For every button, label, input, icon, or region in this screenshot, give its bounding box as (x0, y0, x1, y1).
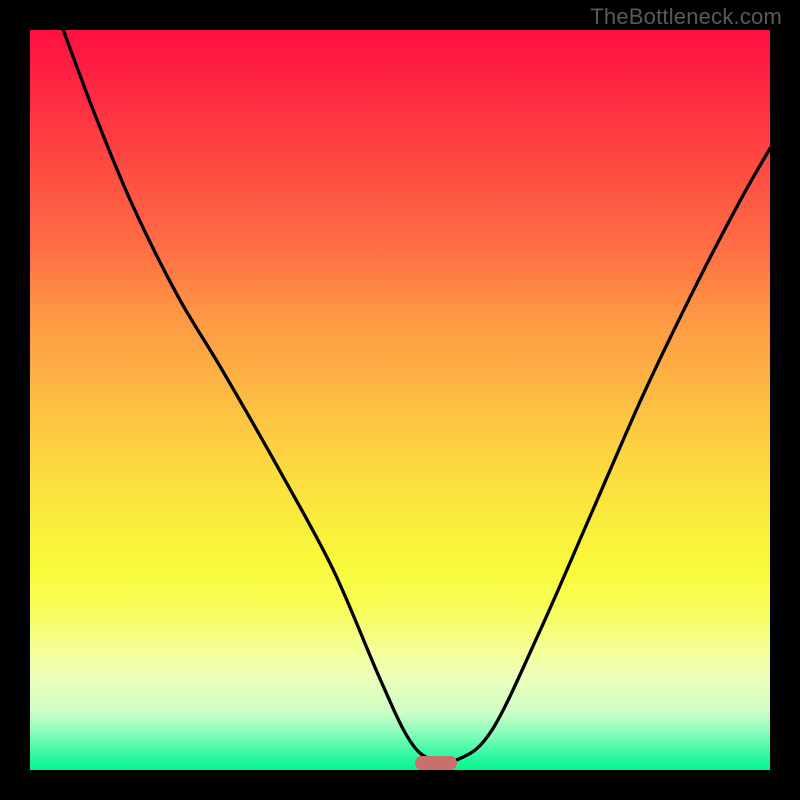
chart-frame: TheBottleneck.com (0, 0, 800, 800)
plot-area (30, 30, 770, 770)
optimum-marker (415, 756, 457, 770)
bottleneck-curve (30, 30, 770, 770)
watermark-text: TheBottleneck.com (590, 4, 782, 30)
